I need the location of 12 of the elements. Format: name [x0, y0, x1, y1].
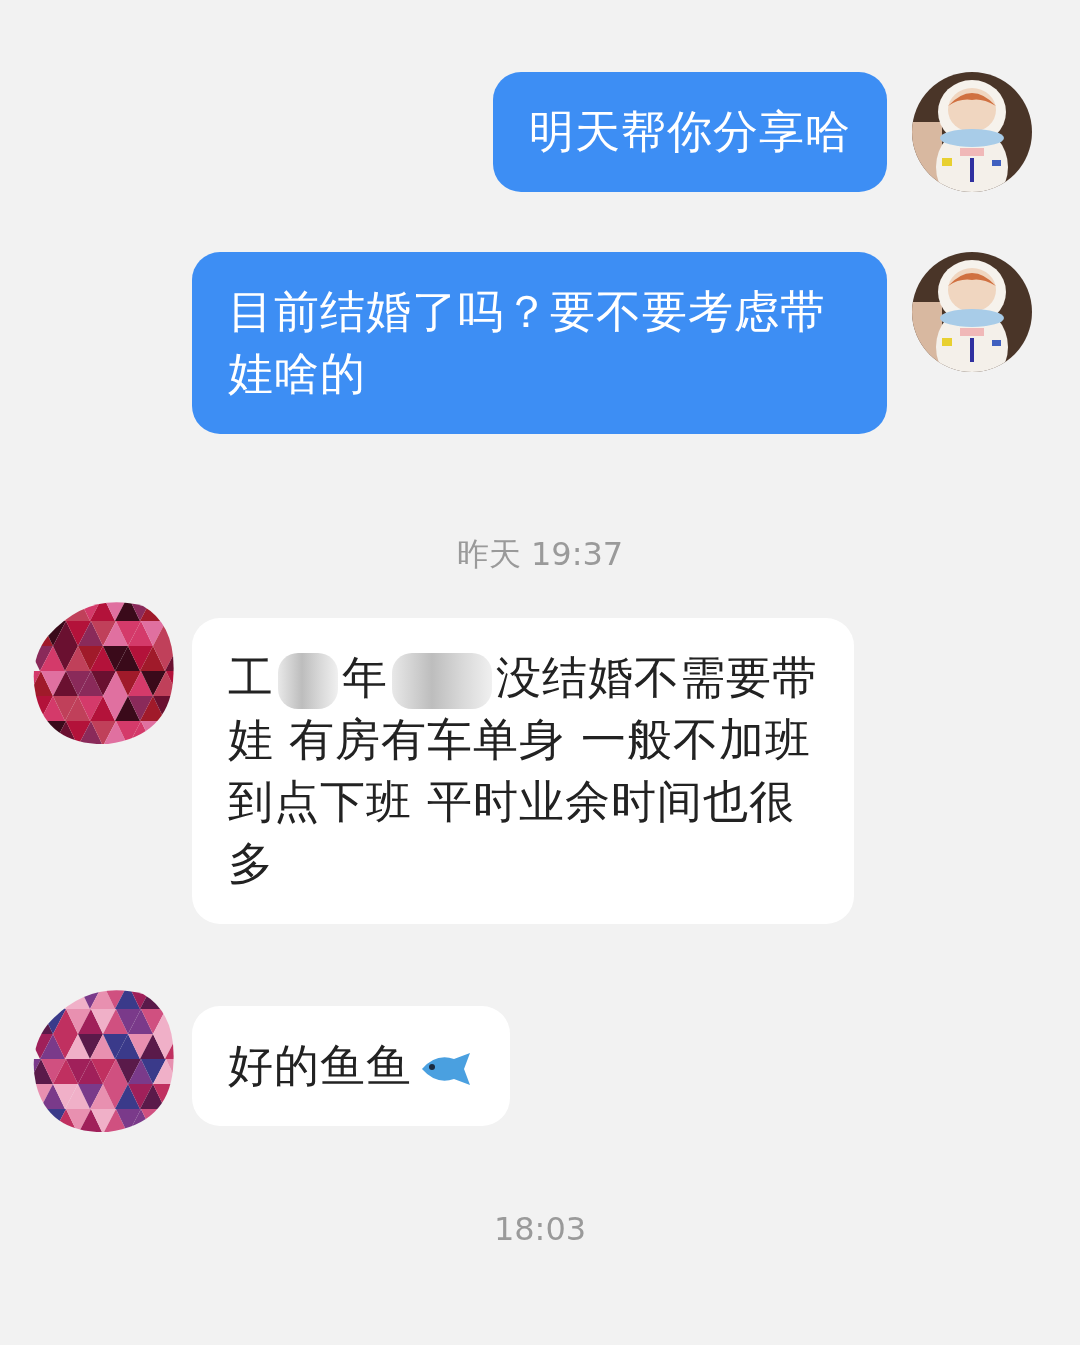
message-text: 年	[342, 651, 388, 704]
message-text: 好的鱼鱼	[228, 1039, 412, 1092]
message-text: 娃 有房有车单身 一般不加班	[228, 712, 811, 768]
timestamp: 昨天 19:37	[456, 534, 624, 574]
message-text: 没结婚不需要带	[496, 651, 818, 704]
message-bubble: 明天帮你分享哈	[493, 72, 887, 192]
blur-patch	[278, 653, 338, 709]
message-text: 工	[228, 651, 274, 704]
timestamp: 18:03	[493, 1209, 587, 1249]
message-text: 到点下班 平时业余时间也很	[228, 774, 796, 830]
message-text: 多	[228, 836, 274, 892]
message-bubble: 目前结婚了吗？要不要考虑带娃啥的	[192, 252, 887, 434]
